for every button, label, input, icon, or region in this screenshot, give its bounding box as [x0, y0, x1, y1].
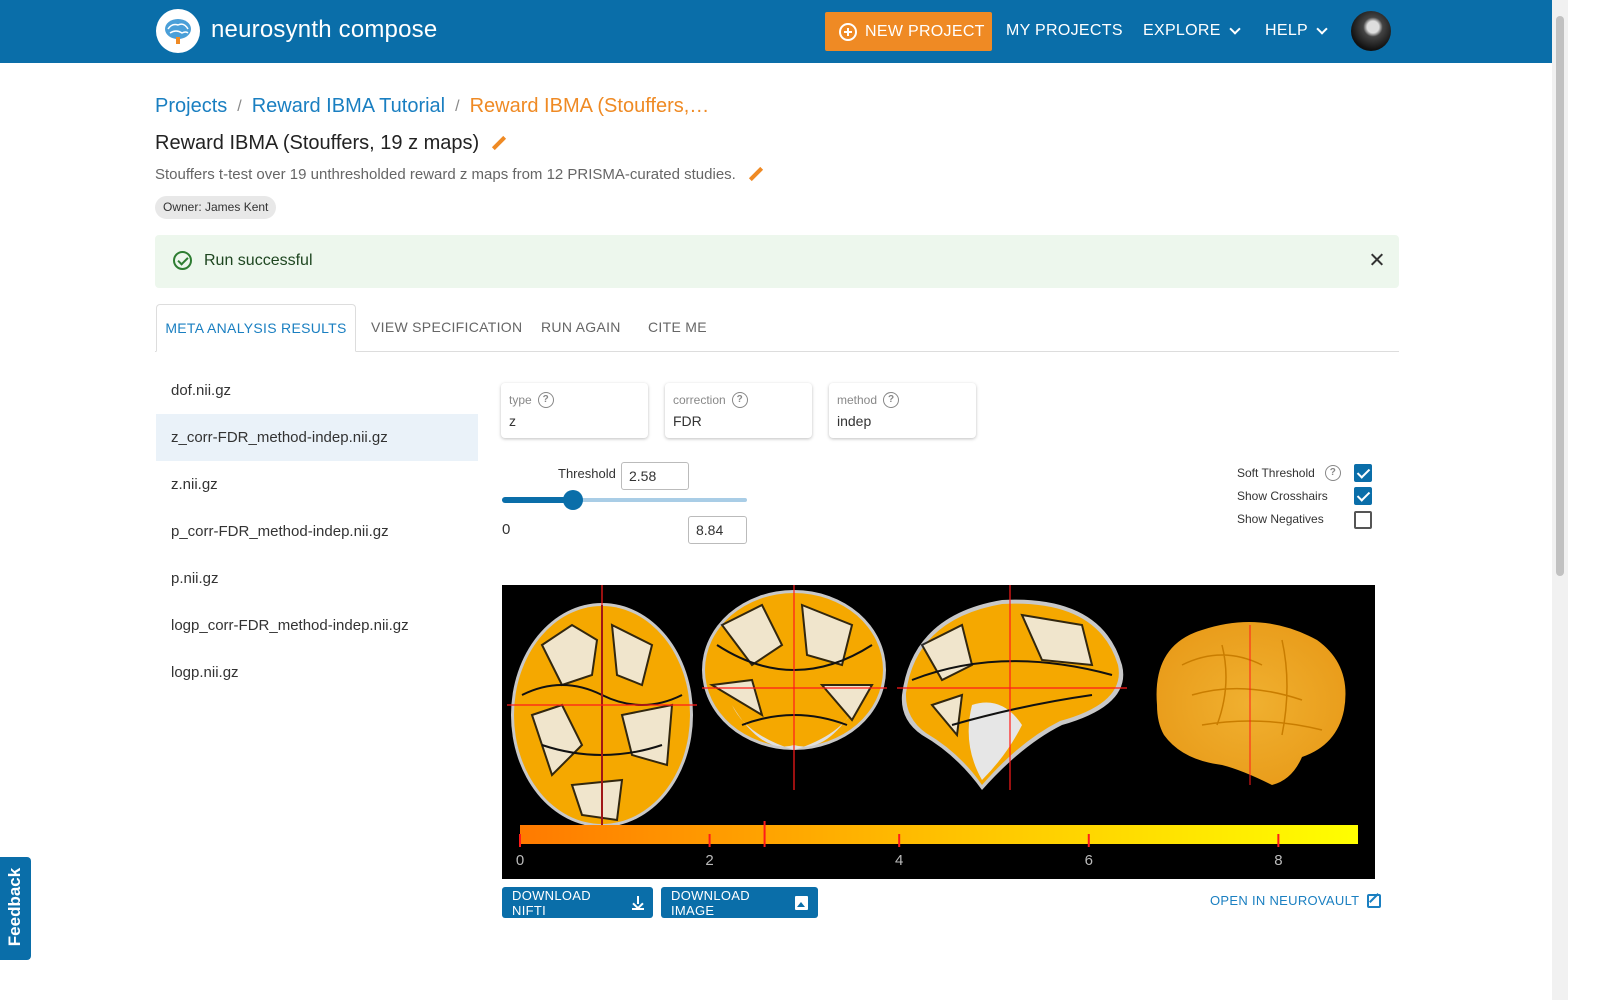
tab-run-again[interactable]: RUN AGAIN [541, 304, 621, 352]
threshold-min-label: 0 [502, 521, 511, 538]
explore-label: EXPLORE [1143, 22, 1221, 39]
correction-field: correction ? FDR [665, 383, 812, 438]
my-projects-link[interactable]: MY PROJECTS [1006, 22, 1123, 40]
help-circle-icon[interactable]: ? [537, 392, 554, 408]
file-list-item[interactable]: logp_corr-FDR_method-indep.nii.gz [156, 602, 478, 649]
help-circle-icon[interactable]: ? [1324, 465, 1341, 481]
download-icon [631, 895, 644, 910]
type-field-value: z [509, 413, 516, 429]
chevron-down-icon [1229, 23, 1241, 35]
edit-pencil-icon[interactable] [748, 167, 764, 183]
download-nifti-button[interactable]: DOWNLOAD NIFTI [502, 887, 653, 918]
type-label-text: type [509, 393, 532, 407]
method-field-label: method ? [837, 392, 900, 408]
correction-field-value: FDR [673, 413, 702, 429]
colorbar-tick-label: 4 [895, 852, 903, 869]
brand-name[interactable]: neurosynth compose [211, 16, 437, 44]
breadcrumb: Projects / Reward IBMA Tutorial / Reward… [155, 95, 709, 118]
sagittal-slice[interactable] [897, 585, 1127, 790]
page-title: Reward IBMA (Stouffers, 19 z maps) [155, 132, 507, 155]
check-circle-icon [173, 251, 192, 270]
file-list-item[interactable]: p_corr-FDR_method-indep.nii.gz [156, 508, 478, 555]
help-label: HELP [1265, 22, 1308, 39]
breadcrumb-separator: / [237, 97, 242, 115]
method-field-value: indep [837, 413, 872, 429]
open-in-neurovault-link[interactable]: OPEN IN NEUROVAULT [1210, 893, 1382, 908]
add-circle-icon [839, 22, 857, 41]
threshold-max-input[interactable] [688, 516, 747, 544]
feedback-tab[interactable]: Feedback [0, 857, 31, 960]
tab-view-specification[interactable]: VIEW SPECIFICATION [371, 304, 522, 352]
colorbar: 0 2 4 6 8 [516, 821, 1358, 869]
brain-3d-render[interactable] [1156, 622, 1346, 785]
threshold-slider-thumb[interactable] [563, 490, 584, 510]
download-image-button[interactable]: DOWNLOAD IMAGE [661, 887, 818, 918]
download-nifti-label: DOWNLOAD NIFTI [512, 887, 591, 918]
top-navigation-bar: neurosynth compose NEW PROJECT MY PROJEC… [0, 0, 1566, 63]
new-project-label: NEW PROJECT [865, 22, 985, 40]
threshold-label: Threshold [558, 466, 616, 481]
file-list-item[interactable]: z.nii.gz [156, 461, 478, 508]
page-description-text: Stouffers t-test over 19 unthresholded r… [155, 166, 736, 183]
file-list-item[interactable]: logp.nii.gz [156, 649, 478, 696]
help-menu[interactable]: HELP [1265, 22, 1328, 40]
correction-field-label: correction ? [673, 392, 748, 408]
colorbar-tick-label: 6 [1085, 852, 1093, 869]
help-circle-icon[interactable]: ? [731, 392, 748, 408]
coronal-slice[interactable] [702, 585, 887, 790]
image-icon [795, 895, 808, 910]
breadcrumb-current: Reward IBMA (Stouffers,… [469, 95, 710, 117]
type-field: type ? z [501, 383, 648, 438]
correction-label-text: correction [673, 393, 726, 407]
colorbar-tick-label: 0 [516, 852, 524, 869]
chevron-down-icon [1316, 23, 1328, 35]
tab-cite-me[interactable]: CITE ME [648, 304, 707, 352]
show-negatives-checkbox[interactable] [1354, 511, 1372, 529]
colorbar-tick-label: 2 [705, 852, 713, 869]
type-field-label: type ? [509, 392, 554, 408]
axial-slice[interactable] [507, 585, 697, 827]
file-list-item[interactable]: dof.nii.gz [156, 367, 478, 414]
show-negatives-label: Show Negatives [1237, 512, 1324, 526]
breadcrumb-projects[interactable]: Projects [155, 95, 227, 118]
help-circle-icon[interactable]: ? [883, 392, 900, 408]
file-list-item[interactable]: p.nii.gz [156, 555, 478, 602]
user-avatar[interactable] [1351, 11, 1391, 51]
threshold-input[interactable] [621, 462, 689, 490]
success-alert: Run successful [155, 235, 1399, 288]
show-crosshairs-label: Show Crosshairs [1237, 489, 1328, 503]
owner-chip: Owner: James Kent [155, 196, 277, 219]
open-in-neurovault-label: OPEN IN NEUROVAULT [1210, 893, 1360, 908]
method-label-text: method [837, 393, 878, 407]
page-title-text: Reward IBMA (Stouffers, 19 z maps) [155, 132, 480, 154]
colorbar-tick-label: 8 [1274, 852, 1282, 869]
my-projects-label: MY PROJECTS [1006, 22, 1123, 39]
soft-threshold-checkbox[interactable] [1354, 464, 1372, 482]
close-icon[interactable] [1368, 251, 1386, 269]
brain-viewer-canvas[interactable]: 0 2 4 6 8 [502, 585, 1375, 879]
soft-threshold-option: Soft Threshold ? [1237, 465, 1341, 481]
breadcrumb-tutorial[interactable]: Reward IBMA Tutorial [252, 95, 445, 118]
file-list-item-selected[interactable]: z_corr-FDR_method-indep.nii.gz [156, 414, 478, 461]
new-project-button[interactable]: NEW PROJECT [825, 12, 992, 51]
show-crosshairs-checkbox[interactable] [1354, 487, 1372, 505]
tab-meta-analysis-results[interactable]: META ANALYSIS RESULTS [156, 304, 356, 352]
edit-pencil-icon[interactable] [491, 136, 507, 152]
alert-message: Run successful [204, 252, 313, 269]
method-field: method ? indep [829, 383, 976, 438]
brain-logo-icon[interactable] [156, 9, 200, 53]
breadcrumb-separator: / [455, 97, 460, 115]
page-description: Stouffers t-test over 19 unthresholded r… [155, 166, 764, 183]
soft-threshold-label: Soft Threshold [1237, 466, 1315, 480]
download-image-label: DOWNLOAD IMAGE [671, 887, 750, 918]
explore-menu[interactable]: EXPLORE [1143, 22, 1241, 40]
external-link-icon [1367, 893, 1382, 908]
feedback-label: Feedback [5, 867, 24, 947]
page-scrollbar-thumb[interactable] [1556, 16, 1564, 576]
brain-viewer-svg: 0 2 4 6 8 [507, 585, 1358, 869]
